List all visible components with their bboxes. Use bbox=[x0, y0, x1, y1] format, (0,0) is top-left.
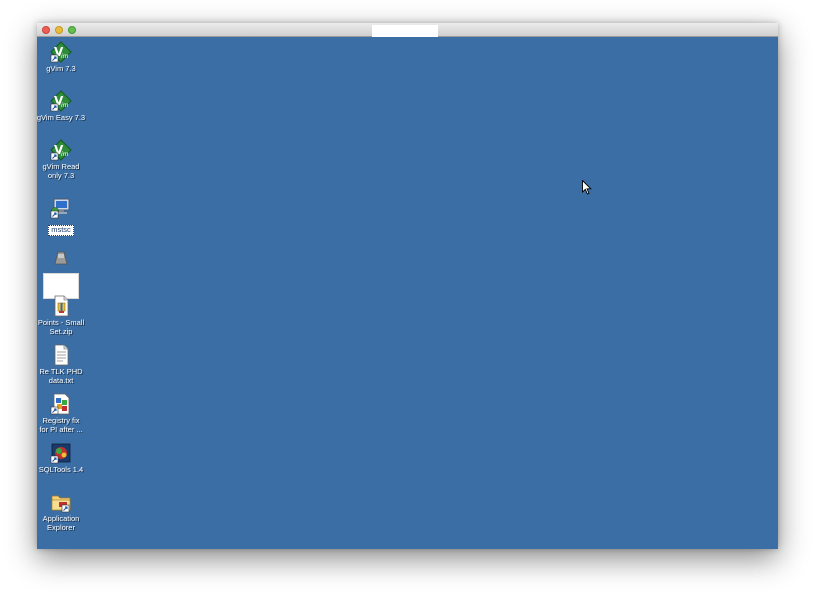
gvim-icon: V im bbox=[50, 139, 72, 161]
desktop-area[interactable]: V im gVim 7.3 V im gVim Easy 7.3 V im gV… bbox=[37, 37, 778, 549]
desktop-icon-gvim-easy[interactable]: V im gVim Easy 7.3 bbox=[37, 90, 87, 123]
desktop-icon-mstsc[interactable]: mstsc bbox=[37, 197, 87, 237]
minimize-button[interactable] bbox=[55, 26, 63, 34]
gvim-icon: V im bbox=[50, 90, 72, 112]
desktop-icon-label: mstsc bbox=[48, 225, 74, 236]
svg-text:im: im bbox=[61, 102, 69, 109]
desktop-icon-label: SQLTools 1.4 bbox=[38, 465, 84, 474]
sqltools-icon bbox=[50, 443, 71, 464]
remote-desktop-window: V im gVim 7.3 V im gVim Easy 7.3 V im gV… bbox=[37, 23, 778, 549]
desktop-icon-registry-fix[interactable]: Registry fix for PI after ... bbox=[37, 393, 87, 434]
desktop-icon-unnamed[interactable] bbox=[37, 248, 87, 272]
desktop-icon-sqltools[interactable]: SQLTools 1.4 bbox=[37, 442, 87, 475]
desktop-icon-label: Points - Small Set.zip bbox=[37, 318, 85, 336]
desktop-icon-label: Registry fix for PI after ... bbox=[39, 416, 83, 434]
close-button[interactable] bbox=[42, 26, 50, 34]
desktop-icon-label: gVim Easy 7.3 bbox=[37, 113, 86, 122]
desktop-icon-gvim[interactable]: V im gVim 7.3 bbox=[37, 41, 87, 74]
gvim-icon: V im bbox=[50, 41, 72, 63]
window-titlebar[interactable] bbox=[37, 23, 778, 37]
mouse-pointer-icon bbox=[582, 180, 592, 195]
svg-text:im: im bbox=[61, 53, 69, 60]
desktop-icon-label: gVim Read only 7.3 bbox=[42, 162, 80, 180]
window-title bbox=[372, 25, 438, 37]
svg-text:im: im bbox=[61, 151, 69, 158]
folder-shortcut-icon bbox=[51, 495, 71, 513]
desktop-icon-label: Application Explorer bbox=[42, 514, 80, 532]
desktop-icon-points-zip[interactable]: Points - Small Set.zip bbox=[37, 295, 87, 336]
zoom-button[interactable] bbox=[68, 26, 76, 34]
registry-file-icon bbox=[50, 393, 70, 415]
network-drive-icon bbox=[54, 251, 68, 265]
text-file-icon bbox=[54, 344, 69, 366]
desktop-icon-label: gVim 7.3 bbox=[46, 64, 76, 73]
desktop-icon-text-file[interactable]: Re TLK PHD data.txt bbox=[37, 344, 87, 385]
desktop-icon-gvim-read-only[interactable]: V im gVim Read only 7.3 bbox=[37, 139, 87, 180]
zip-file-icon bbox=[54, 295, 69, 317]
remote-desktop-icon bbox=[50, 198, 70, 219]
desktop-icon-label: Re TLK PHD data.txt bbox=[39, 367, 83, 385]
desktop-icon-application-explorer[interactable]: Application Explorer bbox=[37, 491, 87, 532]
